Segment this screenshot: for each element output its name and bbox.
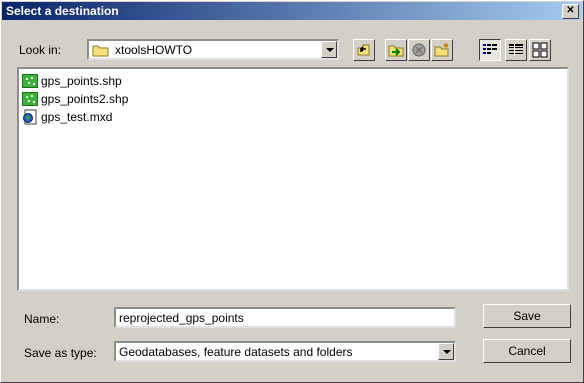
new-folder-button[interactable] [431, 39, 453, 61]
chevron-down-icon[interactable] [321, 41, 337, 58]
file-name: gps_points.shp [41, 74, 122, 88]
cancel-button[interactable]: Cancel [483, 339, 571, 363]
connect-folder-button[interactable] [385, 39, 407, 61]
save-button[interactable]: Save [483, 304, 571, 328]
details-view-button[interactable] [505, 39, 527, 61]
file-item[interactable]: gps_points.shp [22, 73, 122, 89]
disconnect-folder-icon [412, 43, 426, 57]
select-destination-dialog: Select a destination ✕ Look in: xtoolsHO… [0, 0, 584, 383]
save-type-label: Save as type: [24, 346, 97, 360]
file-name: gps_test.mxd [41, 110, 113, 124]
shapefile-icon [22, 74, 38, 88]
dialog-title: Select a destination [6, 4, 119, 18]
shapefile-icon [22, 92, 38, 106]
file-name: gps_points2.shp [41, 92, 129, 106]
thumbnails-view-button[interactable] [529, 39, 551, 61]
close-icon: ✕ [566, 5, 575, 16]
up-one-level-button[interactable] [353, 39, 375, 61]
name-label: Name: [24, 312, 60, 326]
chevron-down-icon[interactable] [438, 343, 454, 360]
file-list[interactable]: gps_points.shp gps_points2.shp gps_test.… [17, 67, 569, 291]
name-input[interactable]: reprojected_gps_points [114, 307, 456, 328]
new-folder-icon [434, 43, 449, 57]
up-one-level-icon [357, 44, 370, 56]
save-type-dropdown[interactable]: Geodatabases, feature datasets and folde… [114, 341, 456, 362]
close-button[interactable]: ✕ [562, 4, 579, 19]
save-type-value: Geodatabases, feature datasets and folde… [119, 345, 353, 359]
list-view-icon [483, 44, 497, 54]
look-in-label: Look in: [19, 43, 62, 57]
title-bar[interactable]: Select a destination ✕ [2, 2, 582, 20]
disconnect-folder-button[interactable] [408, 39, 430, 61]
look-in-value: xtoolsHOWTO [115, 43, 193, 57]
connect-folder-icon [388, 45, 404, 57]
thumbnails-view-icon [532, 42, 548, 58]
folder-icon [92, 45, 109, 57]
list-view-button[interactable] [479, 39, 501, 61]
details-view-icon [509, 44, 523, 55]
look-in-dropdown[interactable]: xtoolsHOWTO [87, 39, 339, 60]
file-item[interactable]: gps_points2.shp [22, 91, 128, 107]
file-item[interactable]: gps_test.mxd [22, 109, 112, 125]
map-document-icon [23, 109, 37, 125]
